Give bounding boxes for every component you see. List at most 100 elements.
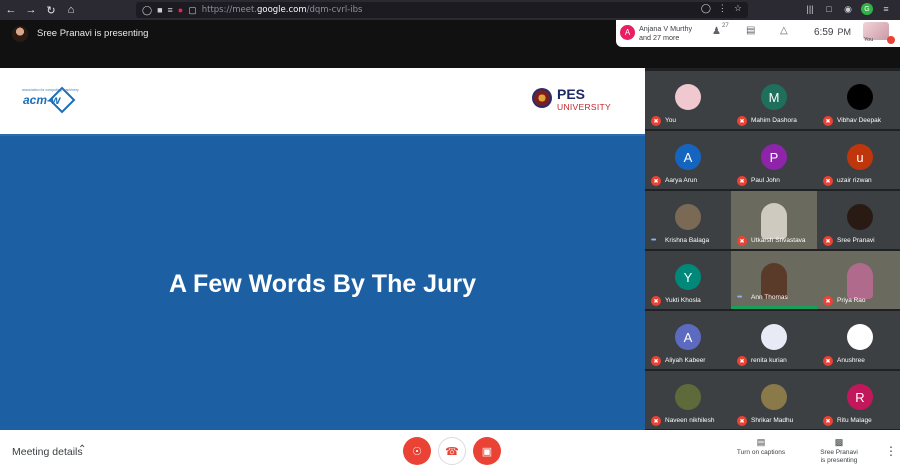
screen-sharing-icon[interactable]: ▢ [188,5,197,16]
participant-tile[interactable]: Y ✖ Yukti Khosla [645,251,731,309]
presenting-line2: is presenting [820,457,858,464]
chevron-up-icon[interactable]: ⌃ [78,444,86,455]
url-text[interactable]: https://meet.google.com/dqm-cvrl-ibs [202,5,363,15]
participant-name: Naveen nikhilesh [665,417,715,424]
participant-avatar: u [847,144,873,170]
shield-icon[interactable]: ◯ [142,5,152,16]
participant-tile[interactable]: ✖ Shrikar Madhu [731,371,817,429]
mic-muted-icon: ✖ [823,176,833,186]
lock-icon[interactable]: ■ [157,5,162,15]
mic-muted-icon: ✖ [651,176,661,186]
mic-muted-icon: ✖ [823,356,833,366]
mic-muted-icon: ✖ [651,296,661,306]
mic-muted-icon: ✖ [651,356,661,366]
participant-avatar: Y [675,264,701,290]
presenting-text: Sree Pranavi is presenting [37,28,149,39]
speaking-indicator-icon: ••• [737,294,742,301]
participant-video [761,203,787,239]
hang-up-button[interactable]: ☎ [438,437,466,465]
participant-name: Shrikar Madhu [751,417,794,424]
participant-tile[interactable]: A ✖ Aarya Arun [645,131,731,189]
participant-video [847,263,873,299]
present-screen-icon: ▩ [834,437,844,447]
participant-tile[interactable]: ••• Ann Thomas [731,251,817,309]
mic-muted-icon: ✖ [823,116,833,126]
camera-sharing-icon[interactable]: ● [178,5,183,15]
participant-avatar [847,84,873,110]
chat-icon[interactable]: ▤ [746,25,755,36]
participant-tile[interactable]: M ✖ Mahim Dashora [731,71,817,129]
pocket-icon[interactable]: ◯ [701,3,711,14]
participant-name: Aarya Arun [665,177,698,184]
mic-muted-icon: ✖ [737,356,747,366]
captions-button[interactable]: ▤ Turn on captions [733,438,789,457]
meeting-controls-bar: Meeting details ⌃ ☉ ☎ ▣ ▤ Turn on captio… [0,430,900,472]
address-bar[interactable]: ◯ ■ ≡ ● ▢ https://meet.google.com/dqm-cv… [136,2,748,18]
permissions-icon[interactable]: ≡ [168,5,173,15]
participant-avatar [675,384,701,410]
participant-grid: ✖ You M ✖ Mahim Dashora ✖ Vibhav Deepak A ✖ Aarya… [645,68,900,430]
extension-icon[interactable]: ◉ [842,3,854,15]
participant-tile[interactable]: u ✖ uzair rizwan [817,131,900,189]
library-icon[interactable]: ||| [804,3,816,15]
url-domain: google.com [256,5,307,15]
participant-tile[interactable]: ✖ You [645,71,731,129]
participant-avatar [847,204,873,230]
more-options-icon[interactable]: ⋮ [885,444,897,458]
participant-tile[interactable]: ✖ Sree Pranavi [817,191,900,249]
participant-avatar [847,324,873,350]
participant-tile[interactable]: A ✖ Aliyah Kabeer [645,311,731,369]
activities-icon[interactable]: △ [780,25,788,36]
url-suffix: /dqm-cvrl-ibs [306,5,363,15]
meeting-details-button[interactable]: Meeting details [12,446,83,458]
slide-header: association for computing machinery acm-… [0,68,645,136]
presenting-button[interactable]: ▩ Sree Pranavi is presenting [812,438,866,465]
participant-name: Aliyah Kabeer [665,357,706,364]
participant-tile[interactable]: ✖ Naveen nikhilesh [645,371,731,429]
sidebar-icon[interactable]: □ [823,3,835,15]
reader-icon[interactable]: ⋮ [718,3,727,14]
participant-tile[interactable]: P ✖ Paul John [731,131,817,189]
people-icon[interactable]: ♟ [712,26,721,37]
speaking-indicator-icon: ••• [651,237,656,244]
participant-tile[interactable]: ✖ Priya Rao [817,251,900,309]
grammarly-icon[interactable]: G [861,3,873,15]
meet-header: Sree Pranavi is presenting A Anjana V Mu… [0,20,900,68]
participant-tile[interactable]: R ✖ Ritu Malage [817,371,900,429]
home-icon[interactable]: ⌂ [62,1,80,19]
mic-off-icon: ☉ [412,445,422,458]
forward-arrow-icon[interactable]: → [22,1,40,19]
attendee-name: Anjana V Murthy [639,24,693,33]
clock-time: 6:59 [814,27,834,38]
participant-avatar: P [761,144,787,170]
participant-avatar: A [675,144,701,170]
back-arrow-icon[interactable]: ← [2,1,20,19]
camera-off-button[interactable]: ▣ [473,437,501,465]
mic-muted-icon: ✖ [823,236,833,246]
participant-tile[interactable]: ✖ Anushree [817,311,900,369]
mic-muted-icon: ✖ [737,176,747,186]
participant-name: renita kurian [751,357,787,364]
participant-name: You [665,117,676,124]
menu-icon[interactable]: ≡ [880,3,892,15]
participant-name: Anushree [837,357,865,364]
mic-off-button[interactable]: ☉ [403,437,431,465]
bookmark-star-icon[interactable]: ☆ [734,3,742,14]
captions-label: Turn on captions [736,449,786,456]
pes-logo-text: PES [557,86,586,102]
participant-tile[interactable]: ••• Krishna Balaga [645,191,731,249]
participant-name: Krishna Balaga [665,237,710,244]
participant-tile[interactable]: ✖ renita kurian [731,311,817,369]
acm-logo-text: acm-w [23,93,61,107]
camera-off-icon: ▣ [481,445,493,458]
participant-tile[interactable]: ✖ Utkarsh Srivastava [731,191,817,249]
slide-title: A Few Words By The Jury [168,270,476,298]
reload-icon[interactable]: ↻ [42,1,60,19]
participant-avatar: R [847,384,873,410]
participant-tile[interactable]: ✖ Vibhav Deepak [817,71,900,129]
attendee-summary[interactable]: Anjana V Murthy and 27 more [639,24,692,42]
captions-icon: ▤ [756,437,766,447]
browser-toolbar: ← → ↻ ⌂ ◯ ■ ≡ ● ▢ https://meet.google.co… [0,0,900,20]
meeting-info-panel: A Anjana V Murthy and 27 more ♟ 27 ▤ △ 6… [616,20,900,47]
participant-name: Mahim Dashora [751,117,797,124]
